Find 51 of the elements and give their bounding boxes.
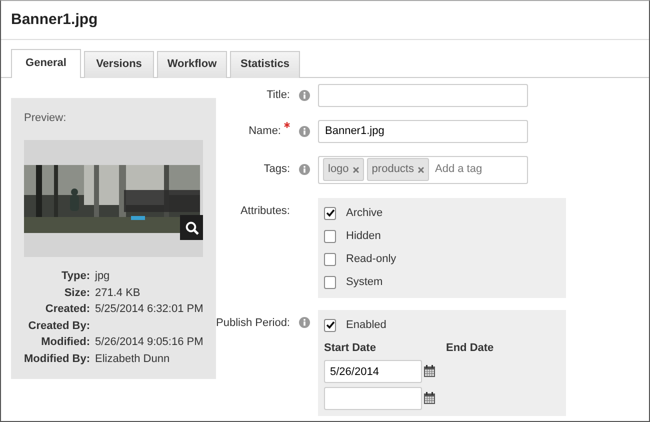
column-heading: Start Date (324, 340, 377, 356)
field-label: Attributes: (239, 204, 290, 218)
text-field[interactable] (318, 84, 528, 106)
field-label: Name: (248, 125, 281, 138)
property-label: Created: (44, 302, 90, 316)
property-label: Modified: (40, 335, 90, 350)
checkbox-label: Enabled (346, 318, 386, 333)
property-value: 5/25/2014 6:32:01 PM (95, 302, 204, 316)
property-label: Modified By: (24, 352, 90, 366)
calendar-icon[interactable] (424, 392, 435, 404)
zoom-button[interactable] (180, 215, 203, 240)
checkbox[interactable] (324, 318, 336, 332)
calendar-icon[interactable] (424, 365, 435, 378)
text-field[interactable]: Banner1.jpg (318, 120, 528, 142)
info-icon[interactable] (298, 126, 310, 136)
checkbox-label: Archive (346, 206, 383, 221)
checkbox-label: Hidden (346, 228, 381, 244)
tag-field[interactable]: logo products Add a tag (318, 156, 528, 184)
preview-label: Preview: (24, 110, 68, 126)
checkbox[interactable] (324, 206, 336, 220)
date-field[interactable] (324, 387, 422, 410)
tab[interactable]: General (11, 48, 81, 78)
property-value: Elizabeth Dunn (95, 352, 171, 366)
property-value: jpg (95, 269, 111, 284)
page-title: Banner1.jpg (1, 1, 649, 40)
tab[interactable]: Workflow (157, 50, 227, 78)
tag: products (366, 158, 429, 181)
info-icon[interactable] (298, 90, 310, 100)
info-icon[interactable] (298, 317, 310, 328)
field-label: Tags: (264, 163, 290, 176)
checkbox-label: Read-only (346, 252, 396, 267)
property-label: Size: (63, 286, 90, 300)
date-field[interactable]: 5/26/2014 (324, 360, 422, 383)
column-heading: End Date (446, 340, 495, 356)
property-label: Type: (60, 269, 90, 284)
tab[interactable]: Statistics (230, 50, 300, 78)
checkbox[interactable] (324, 230, 336, 242)
remove-icon[interactable] (352, 166, 359, 172)
tag: logo (323, 158, 364, 181)
property-label: Created By: (27, 318, 90, 333)
property-value: 271.4 KB (95, 286, 142, 300)
field-label: Publish Period: (216, 316, 290, 328)
search-icon (184, 220, 198, 234)
checkbox-label: System (346, 274, 383, 290)
info-icon[interactable] (298, 164, 310, 175)
field-label: Title: (266, 88, 290, 101)
checkbox[interactable] (324, 252, 336, 266)
tab[interactable]: Versions (84, 50, 154, 78)
checkbox[interactable] (324, 276, 336, 288)
remove-icon[interactable] (418, 166, 424, 172)
property-value: 5/26/2014 9:05:16 PM (95, 335, 204, 350)
